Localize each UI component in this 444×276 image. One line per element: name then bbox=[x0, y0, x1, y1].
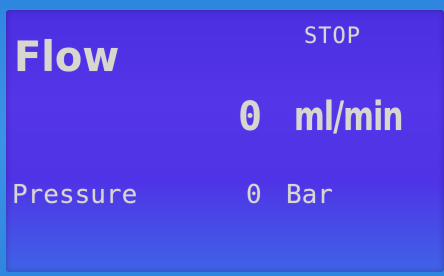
pressure-value: 0 bbox=[246, 180, 262, 210]
pressure-label: Pressure bbox=[12, 180, 138, 210]
lcd-screen: Flow STOP 0 ml/min Pressure 0 Bar bbox=[6, 10, 444, 272]
flow-unit: ml/min bbox=[294, 94, 403, 140]
status-indicator: STOP bbox=[304, 24, 361, 49]
flow-label: Flow bbox=[14, 32, 120, 81]
flow-value: 0 bbox=[238, 94, 263, 140]
pressure-unit: Bar bbox=[286, 180, 333, 210]
